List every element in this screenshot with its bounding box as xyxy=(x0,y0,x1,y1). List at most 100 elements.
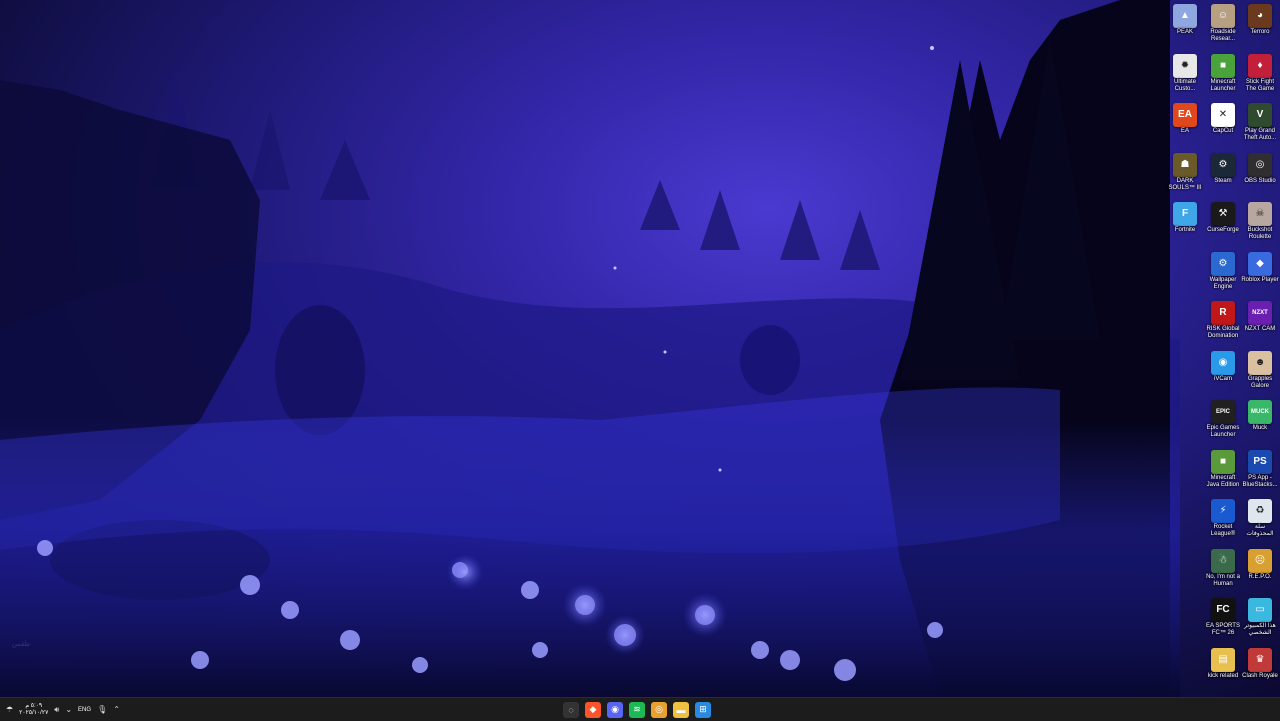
discord-app-icon[interactable]: ◉ xyxy=(607,701,623,718)
desktop-icon-minecraft-launcher[interactable]: ■ Minecraft Launcher xyxy=(1204,52,1242,101)
desktop-icon-nzxt-cam[interactable]: NZXT NZXT CAM xyxy=(1241,299,1279,348)
desktop-icon-terroro[interactable]: ◕ Terroro xyxy=(1241,2,1279,51)
spotify-app-icon[interactable]: ≋ xyxy=(629,701,645,718)
desktop-icon-risk-global-domination[interactable]: R RISK Global Domination xyxy=(1204,299,1242,348)
icon-label: RISK Global Domination xyxy=(1206,326,1240,339)
desktop-icon-dark-souls-iii[interactable]: ☗ DARK SOULS™ III xyxy=(1166,151,1204,200)
icon-label: Fortnite xyxy=(1174,227,1196,233)
desktop-icon-roadside-resear[interactable]: ☺ Roadside Resear... xyxy=(1204,2,1242,51)
icon-label: CapCut xyxy=(1212,128,1234,134)
search-app-icon[interactable]: ◌ xyxy=(563,701,579,718)
desktop-icon-grapples-galore[interactable]: ☻ Grapples Galore xyxy=(1241,349,1279,398)
icon-label: kick related xyxy=(1207,672,1239,679)
icon-label: Roadside Resear... xyxy=(1210,29,1236,42)
desktop-icon-curseforge[interactable]: ⚒ CurseForge xyxy=(1204,200,1242,249)
desktop-icon-stick-fight-the-game[interactable]: ♦ Stick Fight The Game xyxy=(1241,52,1279,101)
desktop-icon-peak[interactable]: ▲ PEAK xyxy=(1166,2,1204,51)
app-icon: ♻ xyxy=(1248,499,1272,523)
clock[interactable]: ٥:٠٩ م ٢٠٢٥/١٠/٢٧ xyxy=(19,703,48,717)
icon-label: Ultimate Custo... xyxy=(1173,78,1196,92)
desktop-icon-[interactable]: ▭ هذا الكمبيوتر الشخصي xyxy=(1241,596,1279,645)
desktop-icon-ea-sports-fc-26[interactable]: FC EA SPORTS FC™ 26 xyxy=(1204,596,1242,645)
app-icon: ◉ xyxy=(1211,350,1235,375)
volume-icon[interactable]: 🔊︎ xyxy=(54,705,59,715)
desktop-icon-ps-app-bluestacks[interactable]: PS PS App - BlueStacks... xyxy=(1241,448,1279,497)
app-icon: ▤ xyxy=(1211,647,1235,672)
faint-widget-text: طقس xyxy=(12,641,31,648)
desktop-icon-steam[interactable]: ⚙ Steam xyxy=(1204,151,1242,200)
app-icon: ⚙ xyxy=(1211,251,1235,276)
desktop-icon-roblox-player[interactable]: ◆ Roblox Player xyxy=(1241,250,1279,299)
app-icon: V xyxy=(1248,103,1272,127)
app-icon: ◆ xyxy=(1248,251,1272,276)
desktop-icon-play-grand-theft-auto[interactable]: V Play Grand Theft Auto... xyxy=(1241,101,1279,150)
desktop-icon-no-i-m-not-a-human[interactable]: ☃ No, I'm not a Human xyxy=(1204,547,1242,596)
desktop-icon-muck[interactable]: MUCK Muck xyxy=(1241,398,1279,447)
desktop-icon-clash-royale[interactable]: ♛ Clash Royale xyxy=(1241,646,1279,695)
app-icon: ☠ xyxy=(1248,202,1272,226)
wallpaper-image xyxy=(0,0,1180,697)
desktop-icon-ivcam[interactable]: ◉ iVCam xyxy=(1204,349,1242,398)
icon-label: Muck xyxy=(1252,425,1268,431)
clock-time: ٥:٠٩ م xyxy=(25,702,43,709)
chevron-down-icon[interactable]: ⌄ xyxy=(65,705,72,714)
microphone-icon[interactable]: 🎙︎ xyxy=(97,705,107,714)
app-icon: ☹ xyxy=(1248,548,1272,573)
brave-app-icon[interactable]: ◆ xyxy=(585,701,601,718)
app-icon: MUCK xyxy=(1248,400,1272,424)
icon-label: EA SPORTS FC™ 26 xyxy=(1206,623,1240,636)
app-icon: NZXT xyxy=(1248,301,1272,325)
icon-label: Buckshot Roulette xyxy=(1247,227,1273,240)
desktop-icon-wallpaper-engine[interactable]: ⚙ Wallpaper Engine xyxy=(1204,250,1242,299)
icon-label: Stick Fight The Game xyxy=(1245,78,1275,92)
app-icon: ☻ xyxy=(1248,350,1272,375)
icon-label: iVCam xyxy=(1213,375,1232,382)
icon-label: PEAK xyxy=(1176,29,1193,35)
app-icon: EA xyxy=(1173,103,1197,127)
desktop-icon-obs-studio[interactable]: ◎ OBS Studio xyxy=(1241,151,1279,200)
app-icon: PS xyxy=(1248,449,1272,474)
app-icon: ▭ xyxy=(1248,598,1272,622)
icon-label: Steam xyxy=(1214,177,1232,184)
app-icon: F xyxy=(1173,202,1197,226)
desktop-icon-ultimate-custo[interactable]: ✹ Ultimate Custo... xyxy=(1166,52,1204,101)
chrome-app-icon[interactable]: ◎ xyxy=(651,701,667,718)
desktop-icon-epic-games-launcher[interactable]: EPIC Epic Games Launcher xyxy=(1204,398,1242,447)
icon-label: CurseForge xyxy=(1207,227,1239,233)
desktop-icon-grid: ▲ PEAK ☺ Roadside Resear... ◕ Terroro ✹ Ultimat… xyxy=(1166,0,1280,697)
desktop[interactable]: طقس ▲ PEAK ☺ Roadside Resear... ◕ Terroro ✹ Ult… xyxy=(0,0,1280,697)
desktop-icon-capcut[interactable]: ✕ CapCut xyxy=(1204,101,1242,150)
chevron-up-icon[interactable]: ⌃ xyxy=(113,705,120,714)
start-app-icon[interactable]: ⊞ xyxy=(695,701,711,718)
app-icon: ✹ xyxy=(1173,53,1197,78)
desktop-icon-kick-related[interactable]: ▤ kick related xyxy=(1204,646,1242,695)
icon-label: سلة المحذوفات xyxy=(1246,524,1274,537)
app-icon: FC xyxy=(1211,598,1235,622)
icon-label: No, I'm not a Human xyxy=(1206,573,1240,587)
desktop-icon-r-e-p-o[interactable]: ☹ R.E.P.O. xyxy=(1241,547,1279,596)
weather-icon[interactable]: ☂ xyxy=(6,705,13,714)
desktop-icon-fortnite[interactable]: F Fortnite xyxy=(1166,200,1204,249)
file-explorer-app-icon[interactable]: ▬ xyxy=(673,701,689,718)
app-icon: ☺ xyxy=(1211,4,1235,28)
icon-label: OBS Studio xyxy=(1244,177,1276,184)
app-icon: R xyxy=(1211,301,1235,325)
app-icon: ♦ xyxy=(1248,53,1272,78)
icon-label: PS App - BlueStacks... xyxy=(1242,474,1278,488)
app-icon: ▲ xyxy=(1173,4,1197,28)
desktop-icon-minecraft-java-edition[interactable]: ■ Minecraft Java Edition xyxy=(1204,448,1242,497)
app-icon: ⚙ xyxy=(1211,152,1235,177)
icon-label: Grapples Galore xyxy=(1247,375,1273,389)
desktop-icon-buckshot-roulette[interactable]: ☠ Buckshot Roulette xyxy=(1241,200,1279,249)
desktop-icon-rocket-league[interactable]: ⚡ Rocket League® xyxy=(1204,497,1242,546)
icon-label: Roblox Player xyxy=(1241,276,1279,283)
app-icon: ✕ xyxy=(1211,103,1235,127)
app-icon: EPIC xyxy=(1211,400,1235,424)
app-icon: ☗ xyxy=(1173,152,1197,177)
icon-label: Rocket League® xyxy=(1210,524,1236,537)
app-icon: ■ xyxy=(1211,449,1235,474)
desktop-icon-[interactable]: ♻ سلة المحذوفات xyxy=(1241,497,1279,546)
language-indicator[interactable]: ENG xyxy=(78,707,91,713)
desktop-icon-ea[interactable]: EA EA xyxy=(1166,101,1204,150)
icon-label: هذا الكمبيوتر الشخصي xyxy=(1244,623,1276,636)
